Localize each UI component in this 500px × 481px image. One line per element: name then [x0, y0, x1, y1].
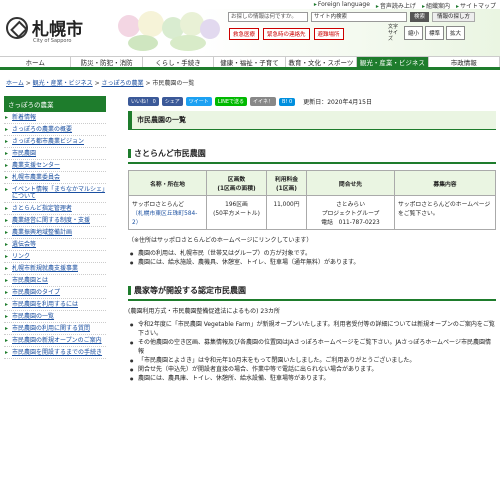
- facebook-share-button[interactable]: シェア: [161, 97, 183, 106]
- breadcrumb-agriculture[interactable]: さっぽろの農業: [102, 80, 144, 87]
- sidebar-item[interactable]: 札幌市新規就農支援事業: [4, 263, 106, 275]
- sidebar-item[interactable]: 市民農園とは: [4, 275, 106, 287]
- nav-living[interactable]: くらし・手続き: [143, 57, 215, 67]
- nav-safety[interactable]: 防災・防犯・消防: [71, 57, 143, 67]
- sidebar-item[interactable]: 市民農園の一覧: [4, 311, 106, 323]
- address-note: （※住所はサッポロさとらんどのホームページにリンクしています）: [128, 237, 313, 244]
- search-scope-select[interactable]: サイト内検索: [311, 12, 407, 22]
- list-item: 令和2年度に「市民農園 Vegetable Farm」が新規オープンいたします。…: [130, 320, 496, 338]
- satoland-table: 名称・所在地 区画数 (1区画の面積) 利用料金 (1区画) 問合せ先 募集内容…: [128, 170, 496, 230]
- certified-intro: (農園利用方式・市民農園整備促進法によるもの) 23カ所: [128, 308, 281, 315]
- main-content: いいね！ 0 シェア ツイート LINEで送る イイネ！ B! 0 更新日：20…: [128, 96, 496, 383]
- sidebar-item[interactable]: 市民農園を開設するまでの手続き: [4, 347, 106, 359]
- sidebar-item[interactable]: 市民農園: [4, 148, 106, 160]
- sidebar-item[interactable]: 遺伝会等: [4, 239, 106, 251]
- sidebar-item[interactable]: 市民農園の利用に関する質問: [4, 323, 106, 335]
- city-name: 札幌市: [32, 20, 83, 40]
- header-flower-image: [110, 9, 230, 56]
- emergency-contact-button[interactable]: 緊急時の連絡先: [263, 28, 310, 40]
- sidebar: さっぽろの農業 新着情報さっぽろの農業の概要さっぽろ都市農業ビジョン市民農園農業…: [4, 96, 106, 359]
- nav-health[interactable]: 健康・福祉・子育て: [214, 57, 286, 67]
- sidebar-list: 新着情報さっぽろの農業の概要さっぽろ都市農業ビジョン市民農園農業支援センター札幌…: [4, 112, 106, 359]
- cell-recruit: サッポロさとらんどのホームページをご覧下さい。: [394, 195, 496, 230]
- sidebar-item[interactable]: 市民農園の新規オープンのご案内: [4, 335, 106, 347]
- cell-fee: 11,000円: [266, 195, 307, 230]
- sidebar-item[interactable]: 農業振興地域整備計画: [4, 227, 106, 239]
- header: 札幌市 City of Sapporo お探しの情報は何ですか。 サイト内検索 …: [0, 9, 500, 56]
- list-item: 農園の利用は、札幌市民（世帯又はグループ）の方が対象です。: [130, 249, 496, 258]
- list-item: 農園には、農具庫、トイレ、休憩所、給水設備、駐車場等があります。: [130, 374, 496, 383]
- sidebar-item[interactable]: さっぽろの農業の概要: [4, 124, 106, 136]
- col-recruit: 募集内容: [394, 170, 496, 196]
- farm-name: サッポロさとらんど: [132, 202, 184, 208]
- size-large-button[interactable]: 拡大: [446, 26, 466, 40]
- tweet-button[interactable]: ツイート: [185, 97, 212, 106]
- sidebar-item[interactable]: イベント情報「まちなかマルシェ」について: [4, 184, 106, 203]
- nav-city[interactable]: 市政情報: [429, 57, 500, 67]
- col-name: 名称・所在地: [128, 170, 207, 196]
- emergency-links: 救急医療 緊急時の連絡先 避難場所: [229, 28, 344, 40]
- nav-tourism[interactable]: 観光・産業・ビジネス: [357, 57, 429, 67]
- col-contact: 問合せ先: [306, 170, 395, 196]
- table-row: サッポロさとらんど （札幌市東区丘珠町584-2） 196区画 (50平方メート…: [128, 195, 496, 230]
- nav-home[interactable]: ホーム: [0, 57, 72, 67]
- updated-date: 更新日：2020年4月15日: [303, 99, 372, 106]
- list-item: 農園には、給水施設、農機具、休憩室、トイレ、駐車場（通年無料）があります。: [130, 258, 496, 267]
- search-button[interactable]: 検索: [410, 12, 430, 22]
- sidebar-item[interactable]: 市民農園を利用するには: [4, 299, 106, 311]
- page-title: 市民農園の一覧: [128, 111, 496, 130]
- sidebar-item[interactable]: 札幌市農業委員会: [4, 172, 106, 184]
- sidebar-item[interactable]: 新着情報: [4, 112, 106, 124]
- emergency-medical-button[interactable]: 救急医療: [229, 28, 260, 40]
- search-row: お探しの情報は何ですか。 サイト内検索 検索 情報の探し方: [228, 12, 476, 22]
- evacuation-button[interactable]: 避難場所: [313, 28, 344, 40]
- sidebar-item[interactable]: 市民農園のタイプ: [4, 287, 106, 299]
- cell-plots: 196区画 (50平方メートル): [206, 195, 267, 230]
- size-small-button[interactable]: 縮小: [404, 26, 424, 40]
- search-input[interactable]: お探しの情報は何ですか。: [228, 12, 308, 22]
- sidebar-title[interactable]: さっぽろの農業: [4, 96, 106, 112]
- satoland-bullets: 農園の利用は、札幌市民（世帯又はグループ）の方が対象です。 農園には、給水施設、…: [128, 249, 496, 267]
- list-item: 閑合せ先（申込先）が開設者直接の場合、作業中等で電話に出られない場合があります。: [130, 365, 496, 374]
- text-size-label: 文字サイズ: [388, 24, 399, 42]
- top-strip: Foreign language 音声読み上げ 組織案内 サイトマップ: [0, 0, 500, 10]
- line-share-button[interactable]: LINEで送る: [214, 97, 247, 106]
- sidebar-item[interactable]: 農業経営に関する制度・支援: [4, 215, 106, 227]
- site-logo[interactable]: 札幌市 City of Sapporo: [6, 15, 106, 47]
- breadcrumb-home[interactable]: ホーム: [6, 80, 24, 87]
- city-name-en: City of Sapporo: [33, 38, 72, 44]
- search-help-button[interactable]: 情報の探し方: [432, 12, 476, 22]
- iine-button[interactable]: イイネ！: [249, 97, 276, 106]
- social-bar: いいね！ 0 シェア ツイート LINEで送る イイネ！ B! 0 更新日：20…: [128, 96, 496, 107]
- hatena-bookmark-button[interactable]: B! 0: [279, 97, 296, 106]
- breadcrumb: ホーム > 観光・産業・ビジネス > さっぽろの農業 > 市民農園の一覧: [6, 80, 195, 87]
- section-title-satoland: さとらんど市民農園: [128, 146, 496, 164]
- breadcrumb-tourism[interactable]: 観光・産業・ビジネス: [33, 80, 93, 87]
- size-normal-button[interactable]: 標準: [425, 26, 445, 40]
- sidebar-item[interactable]: リンク: [4, 251, 106, 263]
- certified-bullets: 令和2年度に「市民農園 Vegetable Farm」が新規オープンいたします。…: [128, 320, 496, 383]
- city-emblem-icon: [6, 17, 28, 39]
- breadcrumb-current: 市民農園の一覧: [152, 80, 195, 87]
- col-fee: 利用料金 (1区画): [266, 170, 307, 196]
- cell-contact: さとみらい プロジェクトグループ 電話 011-787-0223: [306, 195, 395, 230]
- list-item: 「市民農園とよさき」は令和元年10月末をもって閉園いたしました。ご利用ありがとう…: [130, 356, 496, 365]
- text-size-controls: 文字サイズ 縮小 標準 拡大: [388, 24, 466, 42]
- farm-address-link[interactable]: （札幌市東区丘珠町584-2）: [132, 211, 197, 226]
- cell-name: サッポロさとらんど （札幌市東区丘珠町584-2）: [128, 195, 207, 230]
- sidebar-item[interactable]: 農業支援センター: [4, 160, 106, 172]
- facebook-like-button[interactable]: いいね！ 0: [128, 97, 159, 106]
- section-title-certified: 農家等が開設する認定市民農園: [128, 283, 496, 301]
- global-nav: ホーム 防災・防犯・消防 くらし・手続き 健康・福祉・子育て 教育・文化・スポー…: [0, 56, 500, 70]
- sidebar-item[interactable]: さっぽろ都市農業ビジョン: [4, 136, 106, 148]
- sidebar-item[interactable]: さとらんど指定管理者: [4, 203, 106, 215]
- nav-education[interactable]: 教育・文化・スポーツ: [286, 57, 358, 67]
- list-item: その他農園の空き区画、募集情報及び各農園の位置図はJAさっぽろホームページをご覧…: [130, 338, 496, 356]
- col-plots: 区画数 (1区画の面積): [206, 170, 267, 196]
